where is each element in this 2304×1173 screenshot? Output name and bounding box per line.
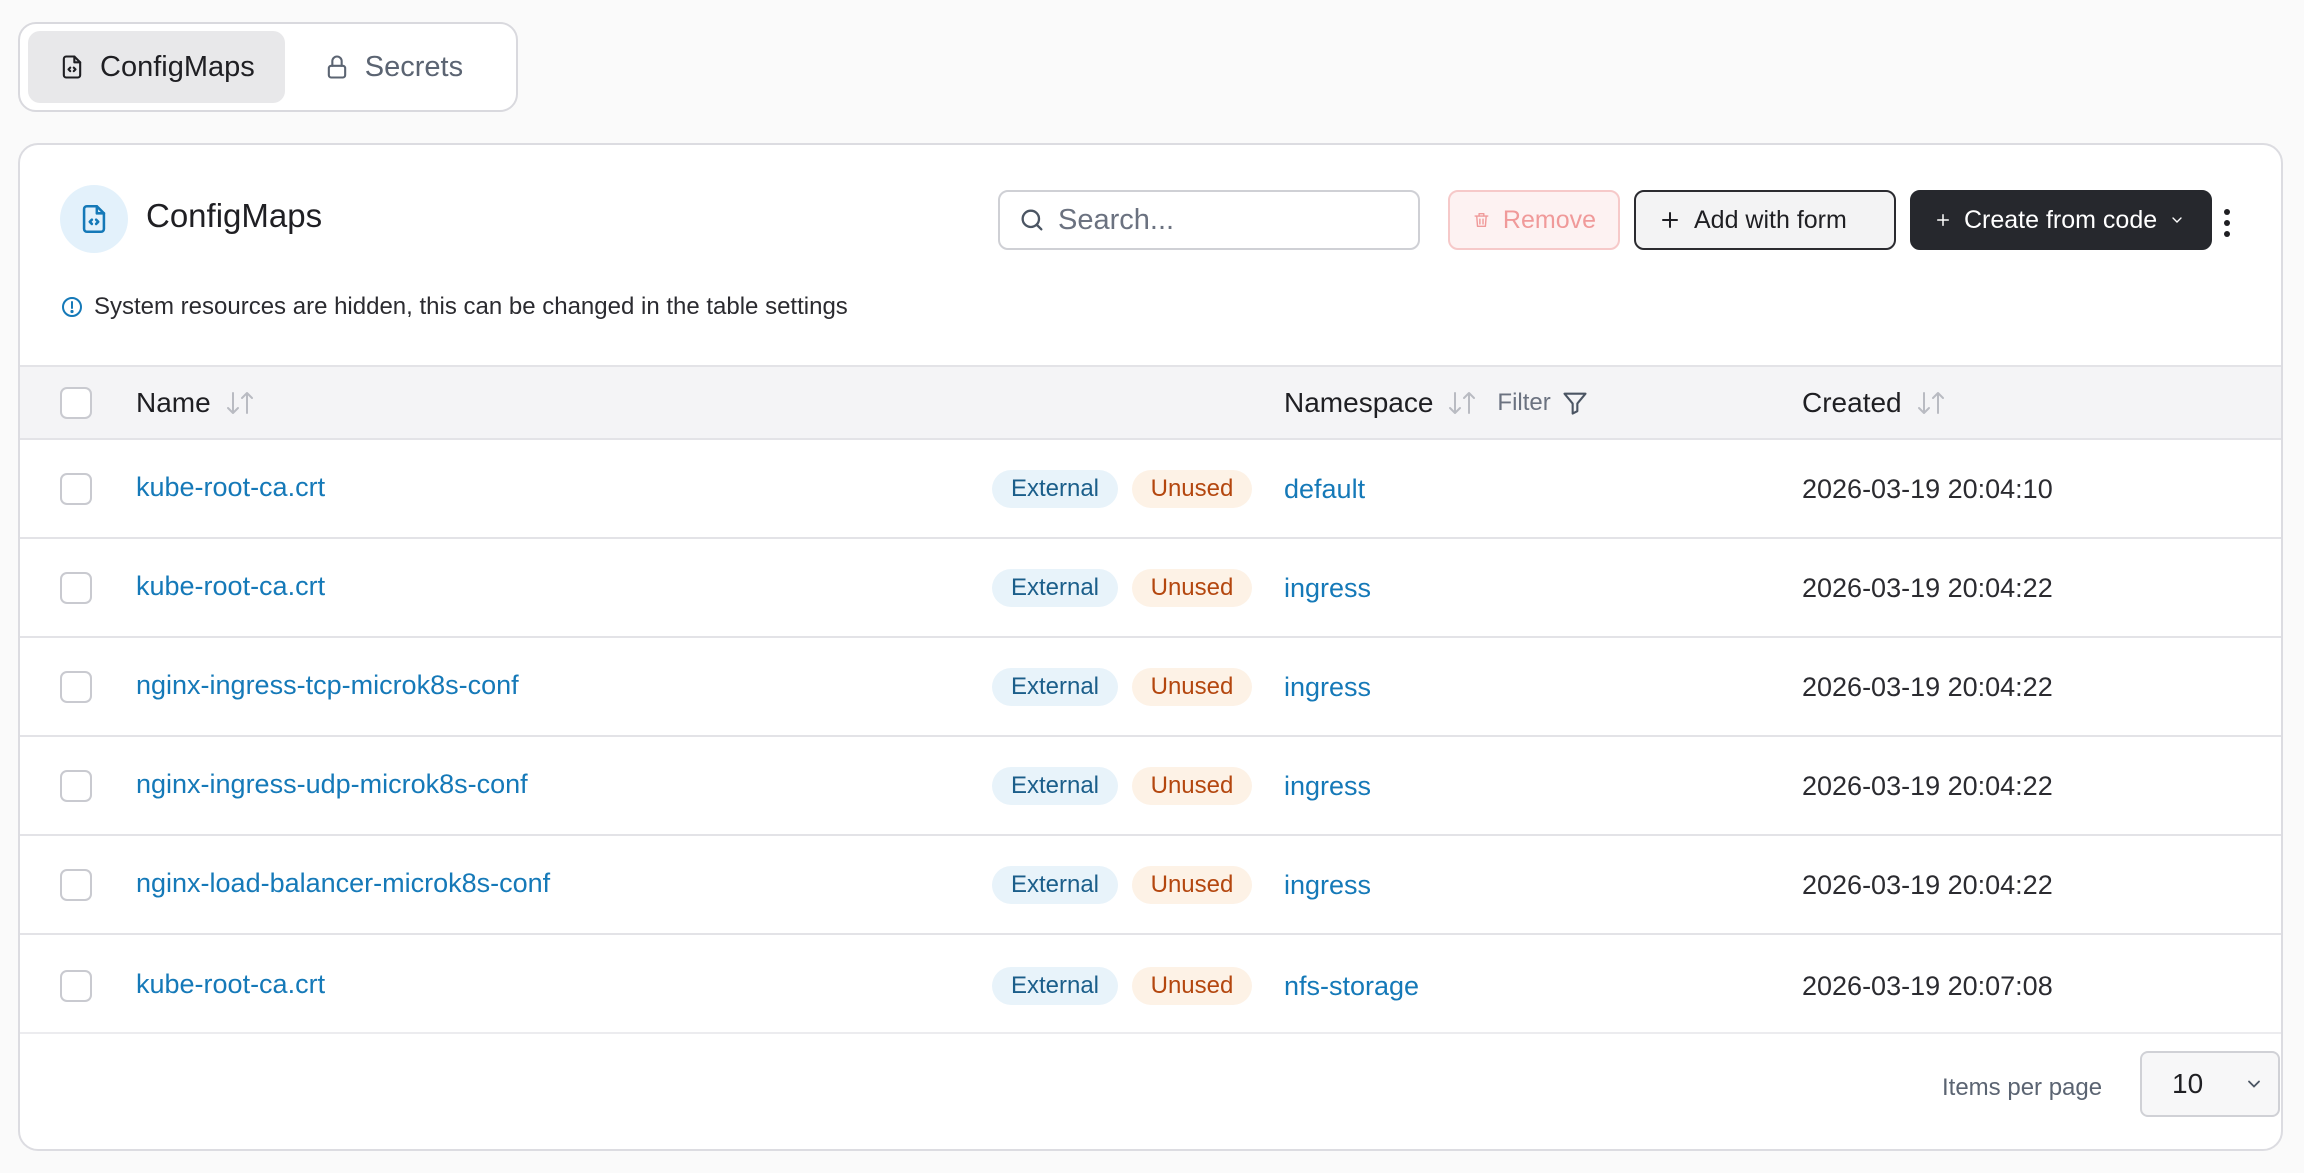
namespace-link[interactable]: ingress bbox=[1284, 573, 1371, 604]
row-checkbox[interactable] bbox=[60, 869, 92, 901]
plus-icon bbox=[1937, 214, 1949, 226]
resource-tabs: ConfigMaps Secrets bbox=[18, 22, 518, 112]
unused-badge: Unused bbox=[1132, 767, 1252, 805]
unused-badge: Unused bbox=[1132, 470, 1252, 508]
select-all-checkbox[interactable] bbox=[60, 387, 92, 419]
items-per-page-select[interactable]: 10 bbox=[2140, 1051, 2280, 1117]
row-checkbox[interactable] bbox=[60, 572, 92, 604]
table-header: Name Namespace Filter Created bbox=[20, 365, 2281, 440]
created-timestamp: 2026-03-19 20:04:22 bbox=[1802, 672, 2053, 702]
create-from-code-button[interactable]: Create from code bbox=[1910, 190, 2212, 250]
namespace-link[interactable]: ingress bbox=[1284, 672, 1371, 703]
created-timestamp: 2026-03-19 20:07:08 bbox=[1802, 971, 2053, 1001]
items-per-page-value: 10 bbox=[2172, 1068, 2204, 1099]
table-row: nginx-ingress-udp-microk8s-conf External… bbox=[20, 737, 2281, 836]
info-note-text: System resources are hidden, this can be… bbox=[94, 293, 848, 320]
external-badge: External bbox=[992, 668, 1118, 706]
card-header: ConfigMaps Remove Add with form bbox=[20, 145, 2281, 365]
add-label: Add with form bbox=[1694, 205, 1847, 234]
page-title: ConfigMaps bbox=[146, 197, 323, 234]
configmaps-card: ConfigMaps Remove Add with form bbox=[18, 143, 2283, 1151]
system-resources-note: System resources are hidden, this can be… bbox=[60, 293, 848, 321]
title-icon-badge bbox=[60, 185, 128, 253]
row-checkbox[interactable] bbox=[60, 770, 92, 802]
unused-badge: Unused bbox=[1132, 668, 1252, 706]
chevron-down-icon bbox=[2248, 1080, 2260, 1088]
table-row: kube-root-ca.crt External Unused nfs-sto… bbox=[20, 935, 2281, 1034]
tab-label: ConfigMaps bbox=[100, 50, 255, 83]
namespace-filter-button[interactable]: Filter bbox=[1497, 389, 1588, 417]
namespace-link[interactable]: ingress bbox=[1284, 870, 1371, 901]
table-row: kube-root-ca.crt External Unused default… bbox=[20, 440, 2281, 539]
external-badge: External bbox=[992, 866, 1118, 904]
create-label: Create from code bbox=[1964, 205, 2158, 234]
plus-icon bbox=[1662, 212, 1678, 228]
trash-icon bbox=[1474, 212, 1489, 228]
configmap-name-link[interactable]: kube-root-ca.crt bbox=[136, 969, 325, 1000]
table-row: nginx-load-balancer-microk8s-conf Extern… bbox=[20, 836, 2281, 935]
column-name-label: Name bbox=[136, 387, 211, 418]
chevron-down-icon bbox=[2172, 217, 2182, 223]
remove-label: Remove bbox=[1502, 205, 1596, 234]
column-namespace: Namespace Filter bbox=[1284, 387, 1589, 419]
table-row: kube-root-ca.crt External Unused ingress… bbox=[20, 539, 2281, 638]
namespace-link[interactable]: default bbox=[1284, 474, 1365, 505]
tab-configmaps[interactable]: ConfigMaps bbox=[28, 31, 285, 103]
row-checkbox[interactable] bbox=[60, 473, 92, 505]
external-badge: External bbox=[992, 470, 1118, 508]
table-row: nginx-ingress-tcp-microk8s-conf External… bbox=[20, 638, 2281, 737]
tab-secrets[interactable]: Secrets bbox=[293, 31, 493, 103]
unused-badge: Unused bbox=[1132, 866, 1252, 904]
created-timestamp: 2026-03-19 20:04:22 bbox=[1802, 573, 2053, 603]
namespace-link[interactable]: ingress bbox=[1284, 771, 1371, 802]
column-namespace-label: Namespace bbox=[1284, 387, 1434, 418]
external-badge: External bbox=[992, 569, 1118, 607]
row-checkbox[interactable] bbox=[60, 671, 92, 703]
row-checkbox[interactable] bbox=[60, 970, 92, 1002]
created-timestamp: 2026-03-19 20:04:22 bbox=[1802, 870, 2053, 900]
search-icon bbox=[1021, 209, 1043, 231]
filter-label: Filter bbox=[1497, 389, 1551, 416]
more-options-icon[interactable] bbox=[2212, 203, 2242, 243]
sort-icon[interactable] bbox=[1914, 389, 1948, 417]
info-icon bbox=[62, 297, 82, 317]
created-timestamp: 2026-03-19 20:04:22 bbox=[1802, 771, 2053, 801]
configmap-name-link[interactable]: kube-root-ca.crt bbox=[136, 571, 325, 602]
items-per-page-label: Items per page bbox=[1942, 1074, 2103, 1101]
filter-icon bbox=[1563, 392, 1587, 415]
file-code-icon bbox=[82, 204, 106, 234]
lock-icon bbox=[327, 55, 346, 79]
configmap-name-link[interactable]: nginx-ingress-udp-microk8s-conf bbox=[136, 769, 528, 800]
sort-icon[interactable] bbox=[223, 389, 257, 417]
tab-label: Secrets bbox=[364, 50, 464, 83]
namespace-link[interactable]: nfs-storage bbox=[1284, 971, 1419, 1002]
unused-badge: Unused bbox=[1132, 569, 1252, 607]
created-timestamp: 2026-03-19 20:04:10 bbox=[1802, 474, 2053, 504]
configmap-name-link[interactable]: kube-root-ca.crt bbox=[136, 472, 325, 503]
column-name: Name bbox=[136, 387, 257, 419]
remove-button[interactable]: Remove bbox=[1448, 190, 1620, 250]
external-badge: External bbox=[992, 967, 1118, 1005]
external-badge: External bbox=[992, 767, 1118, 805]
file-code-icon bbox=[62, 55, 82, 79]
search-box bbox=[998, 190, 1470, 250]
configmap-name-link[interactable]: nginx-load-balancer-microk8s-conf bbox=[136, 868, 550, 899]
configmap-name-link[interactable]: nginx-ingress-tcp-microk8s-conf bbox=[136, 670, 519, 701]
unused-badge: Unused bbox=[1132, 967, 1252, 1005]
sort-icon[interactable] bbox=[1445, 389, 1479, 417]
column-created-label: Created bbox=[1802, 387, 1902, 418]
search-input[interactable] bbox=[1058, 203, 1435, 237]
add-with-form-button[interactable]: Add with form bbox=[1634, 190, 1896, 250]
column-created: Created bbox=[1802, 387, 1948, 419]
